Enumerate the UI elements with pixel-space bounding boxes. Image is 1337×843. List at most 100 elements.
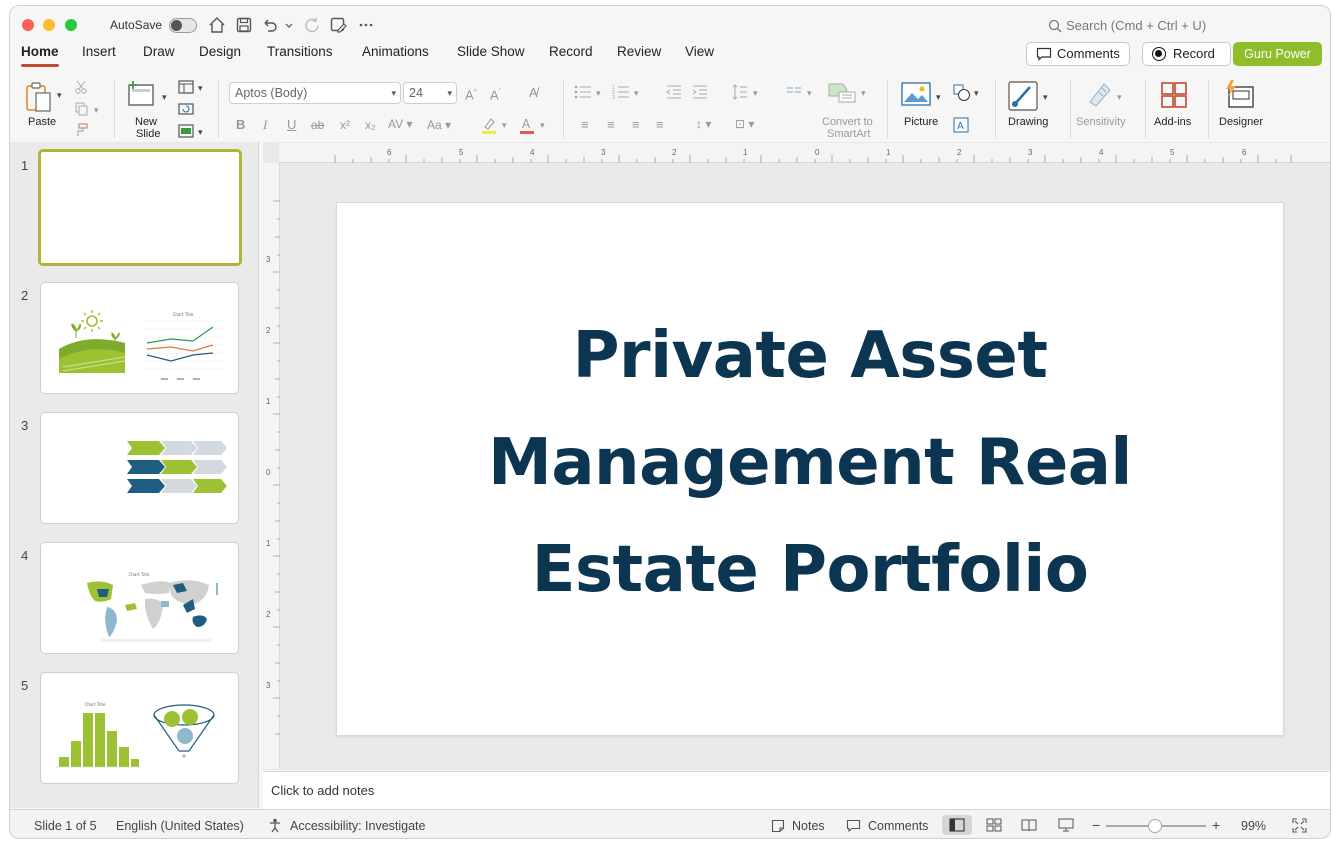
bullets-dropdown-icon[interactable]: ▾ [596, 85, 601, 101]
redo-icon[interactable] [302, 15, 322, 35]
zoom-out-icon[interactable]: − [1092, 817, 1100, 833]
zoom-window-button[interactable] [65, 19, 77, 31]
drawing-icon[interactable] [1008, 81, 1040, 111]
text-box-icon[interactable]: A [953, 117, 969, 133]
notes-toggle-button[interactable]: Notes [792, 819, 825, 833]
bold-icon[interactable]: B [236, 117, 245, 133]
columns-dropdown-icon[interactable]: ▾ [807, 85, 812, 101]
superscript-icon[interactable]: x² [340, 117, 350, 133]
accessibility-status[interactable]: Accessibility: Investigate [290, 819, 425, 833]
fit-to-window-icon[interactable] [1292, 818, 1307, 833]
layout-dropdown-icon[interactable]: ▾ [198, 80, 203, 96]
font-size-select[interactable]: 24 ▾ [403, 82, 457, 104]
italic-icon[interactable]: I [263, 117, 267, 133]
strikethrough-icon[interactable]: ab [311, 117, 324, 133]
tab-view[interactable]: View [685, 44, 714, 68]
decrease-indent-icon[interactable] [666, 84, 682, 100]
font-color-icon[interactable]: A [518, 116, 536, 134]
home-icon[interactable] [207, 15, 227, 35]
copy-dropdown-icon[interactable]: ▾ [94, 102, 99, 118]
subscript-icon[interactable]: x₂ [365, 117, 376, 133]
slide-thumbnail-3[interactable] [40, 412, 239, 524]
layout-icon[interactable] [178, 80, 194, 94]
undo-icon[interactable] [260, 15, 280, 35]
tab-record[interactable]: Record [549, 44, 593, 68]
numbering-icon[interactable]: 123 [612, 84, 630, 100]
tab-home[interactable]: Home [21, 44, 59, 68]
picture-icon[interactable] [901, 82, 931, 106]
designer-icon[interactable] [1223, 79, 1255, 109]
sensitivity-icon[interactable] [1086, 80, 1114, 108]
slide-title-textbox[interactable]: Private Asset Management Real Estate Por… [337, 303, 1283, 624]
tab-slide-show[interactable]: Slide Show [457, 44, 525, 68]
line-spacing-icon[interactable] [732, 84, 748, 100]
sensitivity-dropdown-icon[interactable]: ▾ [1117, 89, 1122, 105]
slide-thumbnail-5[interactable]: Chart Title [40, 672, 239, 784]
comments-toggle-button[interactable]: Comments [868, 819, 928, 833]
autosave-toggle[interactable] [169, 18, 197, 33]
align-right-icon[interactable]: ≡ [632, 117, 640, 133]
section-dropdown-icon[interactable]: ▾ [198, 124, 203, 140]
bullets-icon[interactable] [574, 84, 592, 100]
change-case-icon[interactable]: Aa ▾ [427, 117, 451, 133]
format-painter-icon[interactable] [74, 123, 88, 137]
highlight-icon[interactable] [480, 116, 498, 134]
font-name-select[interactable]: Aptos (Body) ▾ [229, 82, 401, 104]
new-slide-icon[interactable] [127, 80, 157, 108]
slide-thumbnail-2[interactable]: Chart Title [40, 282, 239, 394]
save-as-icon[interactable] [328, 15, 348, 35]
slide-thumbnail-4[interactable]: Chart Title [40, 542, 239, 654]
increase-font-size-icon[interactable]: A^ [465, 85, 477, 103]
drawing-dropdown-icon[interactable]: ▾ [1043, 89, 1048, 105]
align-center-icon[interactable]: ≡ [607, 117, 615, 133]
current-slide-canvas[interactable]: Private Asset Management Real Estate Por… [336, 202, 1284, 736]
tab-transitions[interactable]: Transitions [267, 44, 333, 68]
record-button[interactable]: Record [1142, 42, 1231, 66]
numbering-dropdown-icon[interactable]: ▾ [634, 85, 639, 101]
zoom-in-icon[interactable]: + [1212, 817, 1220, 833]
save-icon[interactable] [234, 15, 254, 35]
justify-icon[interactable]: ≡ [656, 117, 664, 133]
tab-review[interactable]: Review [617, 44, 661, 68]
text-direction-icon[interactable]: ↕ ▾ [696, 116, 711, 132]
new-slide-dropdown-icon[interactable]: ▾ [162, 89, 167, 105]
align-left-icon[interactable]: ≡ [581, 117, 589, 133]
undo-dropdown-icon[interactable] [283, 15, 295, 35]
cut-icon[interactable] [74, 80, 88, 94]
paste-dropdown-icon[interactable]: ▾ [57, 87, 62, 103]
comments-button[interactable]: Comments [1026, 42, 1130, 66]
align-text-icon[interactable]: ⊡ ▾ [735, 116, 754, 132]
tab-draw[interactable]: Draw [143, 44, 175, 68]
zoom-level[interactable]: 99% [1241, 819, 1266, 833]
language-indicator[interactable]: English (United States) [116, 819, 244, 833]
guru-power-button[interactable]: Guru Power [1233, 42, 1322, 66]
more-options-icon[interactable] [356, 15, 376, 35]
section-icon[interactable] [178, 124, 194, 138]
reading-view-button[interactable] [1014, 815, 1044, 835]
reset-slide-icon[interactable] [178, 102, 194, 116]
add-ins-icon[interactable] [1160, 81, 1188, 109]
decrease-font-size-icon[interactable]: Aˇ [490, 85, 501, 103]
slide-thumbnail-1[interactable] [38, 149, 242, 266]
normal-view-button[interactable] [942, 815, 972, 835]
line-spacing-dropdown-icon[interactable]: ▾ [753, 85, 758, 101]
smartart-icon[interactable] [827, 80, 857, 104]
clear-formatting-icon[interactable]: A̸ [529, 85, 538, 101]
character-spacing-icon[interactable]: AV ▾ [388, 116, 412, 132]
shapes-dropdown-icon[interactable]: ▾ [974, 85, 979, 101]
notes-placeholder[interactable]: Click to add notes [271, 783, 374, 798]
search-input[interactable]: Search (Cmd + Ctrl + U) [1066, 18, 1206, 33]
highlight-dropdown-icon[interactable]: ▾ [502, 117, 507, 133]
slide-thumbnail-pane[interactable]: 1 2 Chart Title 3 4 Chart Title 5 Chart … [10, 142, 259, 808]
tab-insert[interactable]: Insert [82, 44, 116, 68]
picture-dropdown-icon[interactable]: ▾ [936, 89, 941, 105]
zoom-slider-handle[interactable] [1148, 819, 1162, 833]
paste-icon[interactable] [24, 81, 54, 113]
tab-design[interactable]: Design [199, 44, 241, 68]
copy-icon[interactable] [74, 102, 90, 116]
notes-pane[interactable]: Click to add notes [263, 771, 1330, 809]
smartart-dropdown-icon[interactable]: ▾ [861, 85, 866, 101]
slide-show-view-button[interactable] [1051, 815, 1081, 835]
columns-icon[interactable] [786, 84, 802, 100]
font-color-dropdown-icon[interactable]: ▾ [540, 117, 545, 133]
